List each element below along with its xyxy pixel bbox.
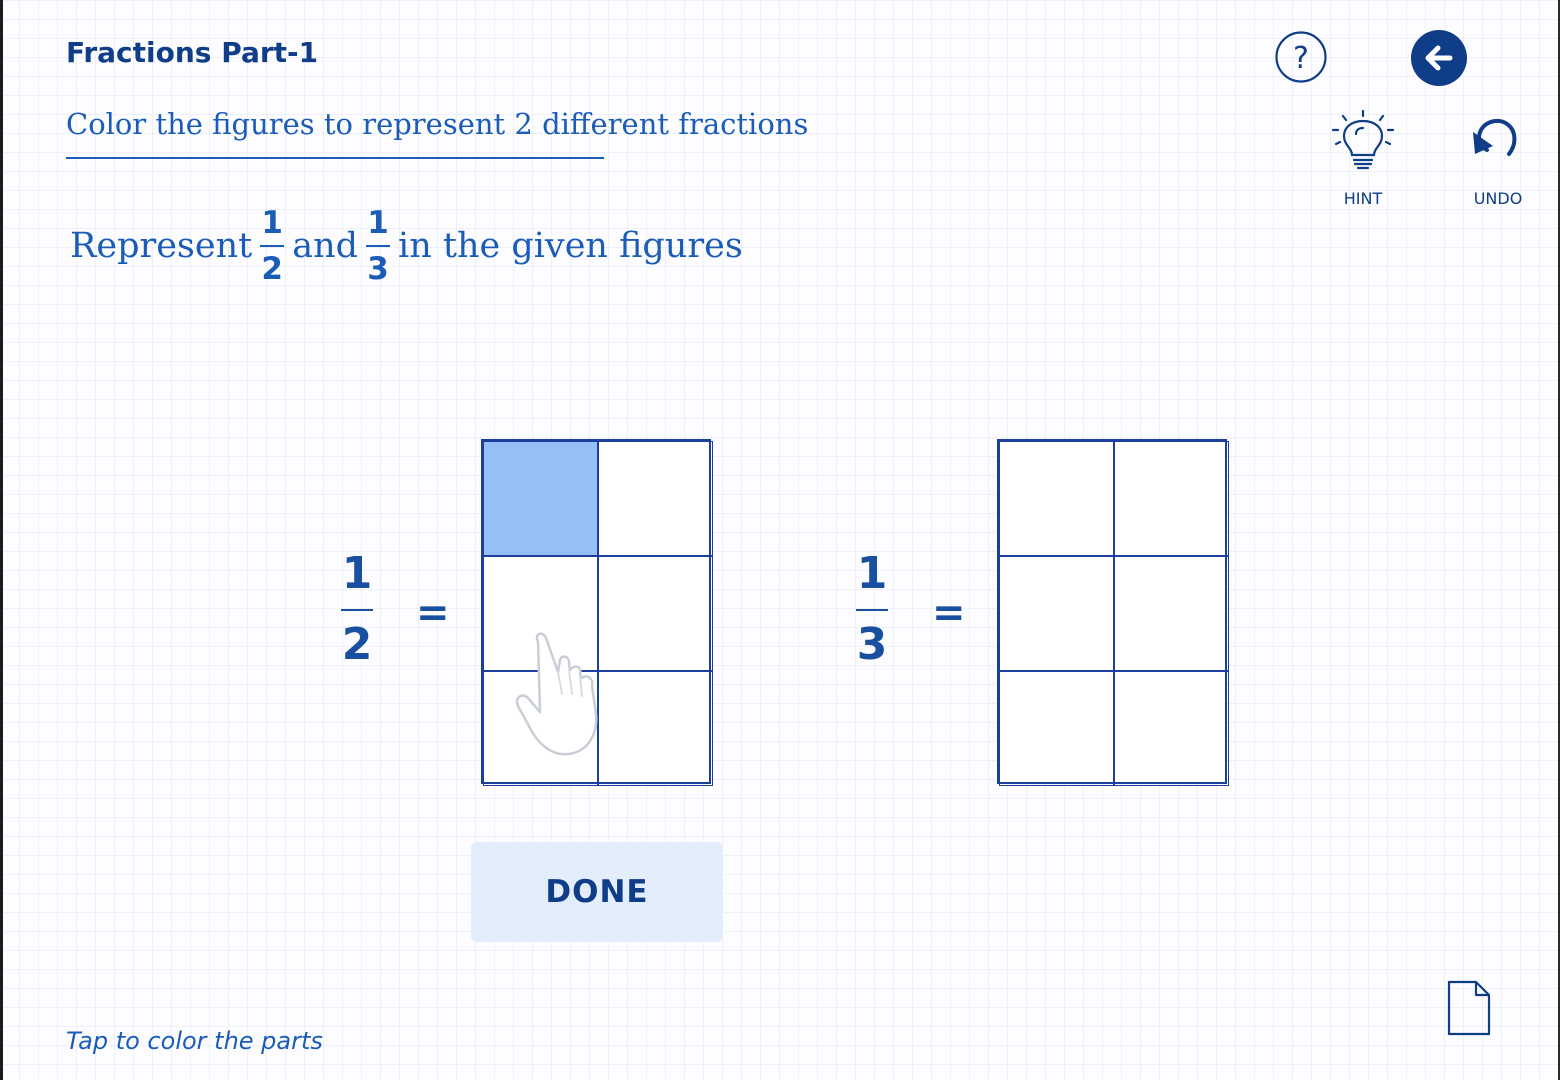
fraction-bar bbox=[366, 245, 391, 247]
question-suffix: in the given figures bbox=[398, 226, 743, 266]
fraction-numerator: 1 bbox=[261, 205, 283, 241]
figure-1-fraction: 1 2 bbox=[332, 548, 382, 670]
question-prefix: Represent bbox=[70, 226, 253, 266]
svg-text:?: ? bbox=[1293, 41, 1309, 76]
grid-cell[interactable] bbox=[1114, 671, 1229, 786]
fraction-numerator: 1 bbox=[856, 548, 888, 599]
help-icon: ? bbox=[1275, 31, 1327, 83]
window-frame-left bbox=[0, 0, 3, 1080]
fraction-denominator: 2 bbox=[341, 619, 373, 670]
fraction-bar bbox=[341, 609, 373, 611]
page-title: Fractions Part-1 bbox=[66, 36, 319, 69]
fraction-bar bbox=[260, 245, 285, 247]
grid-cell[interactable] bbox=[999, 441, 1114, 556]
hint-label: HINT bbox=[1343, 189, 1383, 208]
grid-cell[interactable] bbox=[598, 441, 713, 556]
done-button[interactable]: DONE bbox=[471, 842, 723, 942]
equals-sign: = bbox=[932, 590, 966, 636]
grid-cell[interactable] bbox=[483, 556, 598, 671]
instruction-underline bbox=[66, 157, 604, 159]
grid-cell[interactable] bbox=[483, 671, 598, 786]
undo-button[interactable]: UNDO bbox=[1457, 110, 1539, 210]
equals-sign: = bbox=[416, 590, 450, 636]
figure-2-fraction: 1 3 bbox=[847, 548, 897, 670]
fraction-denominator: 3 bbox=[367, 251, 389, 287]
fraction-numerator: 1 bbox=[367, 205, 389, 241]
undo-label: UNDO bbox=[1473, 189, 1523, 208]
grid-cell[interactable] bbox=[483, 441, 598, 556]
fraction-bar bbox=[856, 609, 888, 611]
help-button[interactable]: ? bbox=[1275, 31, 1327, 83]
question-fraction-b: 1 3 bbox=[366, 205, 391, 287]
grid-cell[interactable] bbox=[598, 556, 713, 671]
lightbulb-icon bbox=[1331, 109, 1395, 170]
question-fraction-a: 1 2 bbox=[260, 205, 285, 287]
fraction-denominator: 2 bbox=[261, 251, 283, 287]
footer-hint-text: Tap to color the parts bbox=[66, 1027, 323, 1055]
question-text: Represent 1 2 and 1 3 in the given figur… bbox=[66, 198, 747, 294]
grid-cell[interactable] bbox=[999, 671, 1114, 786]
grid-cell[interactable] bbox=[1114, 556, 1229, 671]
figure-2-grid bbox=[997, 439, 1229, 786]
instruction-text: Color the figures to represent 2 differe… bbox=[66, 107, 809, 141]
grid-cell[interactable] bbox=[999, 556, 1114, 671]
back-button[interactable] bbox=[1411, 30, 1467, 86]
figure-1-grid bbox=[481, 439, 713, 786]
grid-cell[interactable] bbox=[598, 671, 713, 786]
grid-cell[interactable] bbox=[1114, 441, 1229, 556]
back-arrow-icon bbox=[1411, 30, 1467, 86]
undo-icon bbox=[1473, 118, 1517, 156]
question-joiner: and bbox=[292, 226, 359, 266]
page-icon bbox=[1447, 980, 1491, 1036]
notes-button[interactable] bbox=[1446, 980, 1492, 1036]
hint-button[interactable]: HINT bbox=[1318, 109, 1408, 210]
fraction-numerator: 1 bbox=[341, 548, 373, 599]
fraction-denominator: 3 bbox=[856, 619, 888, 670]
